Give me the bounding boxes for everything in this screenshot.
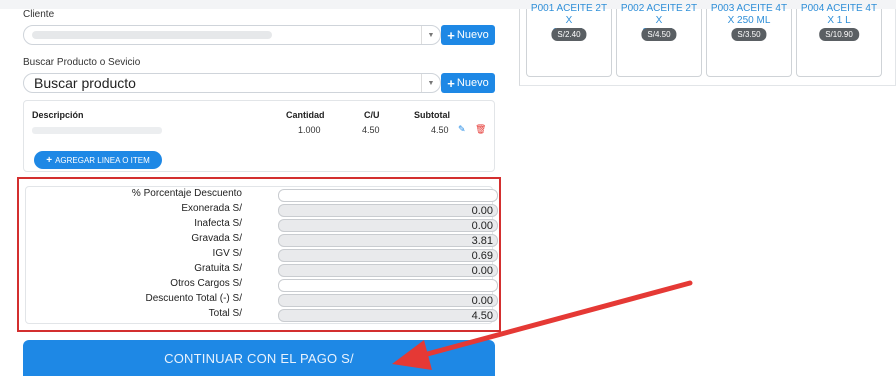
annotation-arrow — [392, 280, 693, 370]
